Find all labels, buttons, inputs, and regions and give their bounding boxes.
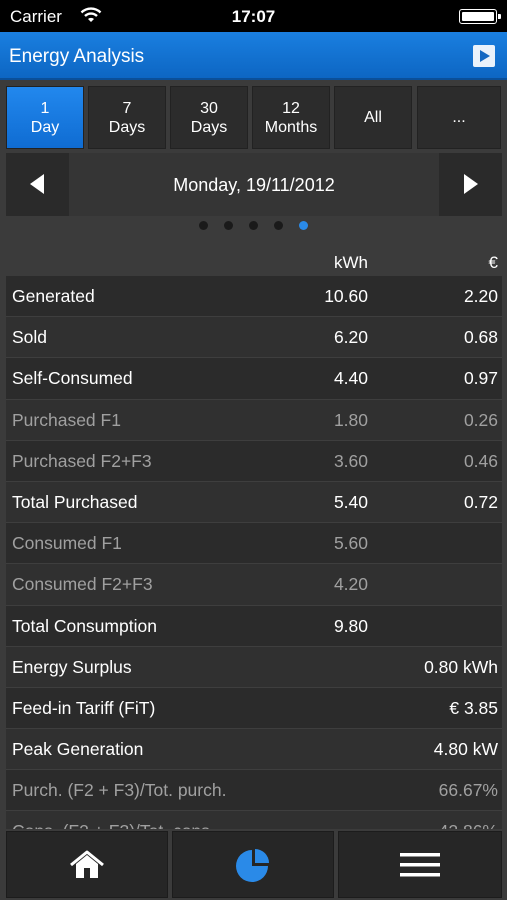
row-label: Consumed F1 [12, 533, 122, 554]
row-label: Total Consumption [12, 615, 157, 636]
row-kwh-value: 9.80 [333, 615, 368, 636]
row-eur-value: 0.80 kWh [424, 656, 498, 677]
row-kwh-value: 4.20 [333, 574, 368, 595]
row-eur-value: 0.97 [463, 368, 498, 389]
row-label: Consumed F2+F3 [12, 574, 153, 595]
page-dot[interactable] [249, 221, 258, 230]
next-day-button[interactable] [439, 153, 502, 216]
row-label: Feed-in Tariff (FiT) [12, 697, 156, 718]
table-row: Total Consumption 9.80 [6, 605, 502, 647]
table-row: Generated 10.60 2.20 [6, 276, 502, 318]
tab-line2: Days [190, 118, 228, 136]
page-dot-active[interactable] [299, 221, 308, 230]
row-kwh-value: 6.20 [333, 327, 368, 348]
tab-line1: ... [452, 109, 466, 126]
bottom-tab-bar [0, 829, 507, 900]
tab-line1: 1 [40, 99, 50, 117]
clock: 17:07 [231, 7, 276, 26]
table-row: Feed-in Tariff (FiT) € 3.85 [6, 687, 502, 730]
table-row: Purch. (F2 + F3)/Tot. purch. 66.67% [6, 770, 502, 812]
page-title: Energy Analysis [9, 46, 145, 67]
page-indicator [0, 220, 507, 232]
menu-tab[interactable] [338, 831, 502, 898]
header-eur: € [488, 253, 498, 272]
row-eur-value: 0.46 [463, 450, 498, 471]
page-dot[interactable] [224, 221, 233, 230]
row-label: Purchased F2+F3 [12, 450, 152, 471]
energy-table-viewport[interactable]: kWh € Generated 10.60 2.20 Sold 6.20 0.68 Self… [0, 248, 507, 829]
tab-line1: 7 [122, 99, 132, 117]
menu-icon [400, 852, 440, 876]
table-row: Consumed F1 5.60 [6, 523, 502, 565]
row-kwh-value: 10.60 [324, 286, 368, 306]
table-header: kWh € [6, 248, 502, 276]
pie-chart-icon [236, 848, 269, 882]
row-label: Energy Surplus [12, 656, 132, 677]
page-dot[interactable] [274, 221, 283, 230]
table-row: Self-Consumed 4.40 0.97 [6, 358, 502, 400]
tab-1-day[interactable]: 1 Day [6, 86, 84, 149]
page-dot[interactable] [199, 221, 208, 230]
row-label: Peak Generation [12, 739, 144, 760]
table-row: Peak Generation 4.80 kW [6, 729, 502, 771]
tab-all[interactable]: All [334, 86, 412, 149]
home-tab[interactable] [6, 831, 168, 898]
tab-line2: Days [108, 118, 146, 136]
table-row: Total Purchased 5.40 0.72 [6, 481, 502, 524]
row-kwh-value: 1.80 [333, 409, 368, 430]
row-eur-value: 0.68 [463, 327, 498, 348]
date-label: Monday, 19/11/2012 [173, 175, 335, 195]
previous-day-button[interactable] [6, 153, 69, 216]
home-icon [70, 850, 104, 878]
header-kwh: kWh [334, 253, 368, 272]
row-kwh-value: 5.60 [333, 533, 368, 554]
tab-7-days[interactable]: 7 Days [88, 86, 166, 149]
table-row: Consumed F2+F3 4.20 [6, 564, 502, 606]
row-label: Sold [12, 327, 48, 348]
row-kwh-value: 5.40 [333, 491, 368, 512]
tab-line2: Months [264, 118, 318, 136]
tab-line1: 30 [200, 99, 218, 117]
date-navigator: Monday, 19/11/2012 [6, 153, 502, 216]
battery-icon [459, 9, 501, 24]
row-eur-value: 2.20 [463, 286, 498, 306]
title-bar: Energy Analysis [0, 32, 507, 80]
table-row: Energy Surplus 0.80 kWh [6, 646, 502, 688]
table-row: Purchased F2+F3 3.60 0.46 [6, 440, 502, 482]
period-tabs: 1 Day 7 Days 30 Days 12 Months All ... [0, 82, 507, 152]
tab-30-days[interactable]: 30 Days [170, 86, 248, 149]
row-kwh-value: 3.60 [333, 450, 368, 471]
row-eur-value: 0.26 [463, 409, 498, 430]
row-eur-value: 0.72 [463, 491, 498, 512]
tab-12-months[interactable]: 12 Months [252, 86, 330, 149]
row-label: Total Purchased [12, 491, 138, 512]
row-label: Purch. (F2 + F3)/Tot. purch. [12, 780, 227, 801]
table-row: Sold 6.20 0.68 [6, 317, 502, 359]
tab-line1: 12 [282, 99, 300, 117]
tab-line2: Day [30, 118, 60, 136]
analysis-tab[interactable] [172, 831, 334, 898]
row-eur-value: € 3.85 [449, 697, 498, 718]
row-label: Cons. (F2 + F3)/Tot. cons. [12, 821, 215, 829]
play-icon[interactable] [473, 45, 495, 67]
row-label: Generated [12, 286, 95, 306]
row-kwh-value: 4.40 [333, 368, 368, 389]
row-eur-value: 4.80 kW [433, 739, 498, 760]
tab-more[interactable]: ... [417, 86, 501, 149]
tab-line1: All [364, 109, 382, 126]
row-label: Purchased F1 [12, 409, 121, 430]
row-label: Self-Consumed [12, 368, 133, 389]
table-body: Generated 10.60 2.20 Sold 6.20 0.68 Self-Consu… [6, 276, 502, 829]
table-row: Cons. (F2 + F3)/Tot. cons. 42.86% [6, 811, 502, 829]
row-eur-value: 42.86% [439, 821, 498, 829]
table-row: Purchased F1 1.80 0.26 [6, 399, 502, 441]
status-bar: Carrier 17:07 [0, 0, 507, 32]
energy-table: kWh € Generated 10.60 2.20 Sold 6.20 0.68 Self… [6, 248, 502, 829]
row-eur-value: 66.67% [438, 780, 498, 801]
